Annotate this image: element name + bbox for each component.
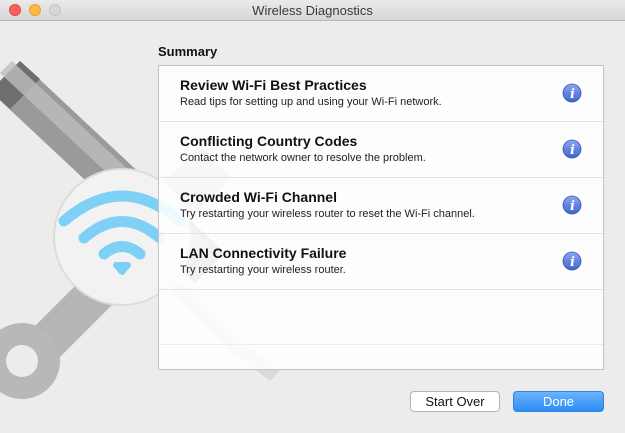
start-over-button[interactable]: Start Over	[410, 391, 500, 412]
list-item[interactable]: Crowded Wi-Fi Channel Try restarting you…	[159, 178, 603, 234]
window-title: Wireless Diagnostics	[252, 3, 373, 18]
item-description: Try restarting your wireless router to r…	[180, 208, 475, 220]
item-title: Crowded Wi-Fi Channel	[180, 189, 337, 205]
svg-text:i: i	[570, 199, 575, 214]
list-item[interactable]: Conflicting Country Codes Contact the ne…	[159, 122, 603, 178]
title-bar: Wireless Diagnostics	[0, 0, 625, 21]
item-title: Review Wi-Fi Best Practices	[180, 77, 367, 93]
item-description: Contact the network owner to resolve the…	[180, 152, 426, 164]
info-icon[interactable]: i	[562, 83, 582, 103]
svg-text:i: i	[570, 255, 575, 270]
svg-text:i: i	[570, 87, 575, 102]
item-title: Conflicting Country Codes	[180, 133, 358, 149]
info-icon[interactable]: i	[562, 195, 582, 215]
list-item[interactable]: Review Wi-Fi Best Practices Read tips fo…	[159, 66, 603, 122]
svg-text:i: i	[570, 143, 575, 158]
item-description: Read tips for setting up and using your …	[180, 96, 442, 108]
diagnostics-window: Wireless Diagnostics Summary Review Wi-F…	[0, 0, 625, 433]
info-icon[interactable]: i	[562, 139, 582, 159]
list-divider	[159, 344, 603, 345]
done-button[interactable]: Done	[513, 391, 604, 412]
item-description: Try restarting your wireless router.	[180, 264, 346, 276]
summary-list: Review Wi-Fi Best Practices Read tips fo…	[158, 65, 604, 370]
summary-heading: Summary	[158, 44, 218, 59]
item-title: LAN Connectivity Failure	[180, 245, 347, 261]
list-item[interactable]: LAN Connectivity Failure Try restarting …	[159, 234, 603, 290]
info-icon[interactable]: i	[562, 251, 582, 271]
